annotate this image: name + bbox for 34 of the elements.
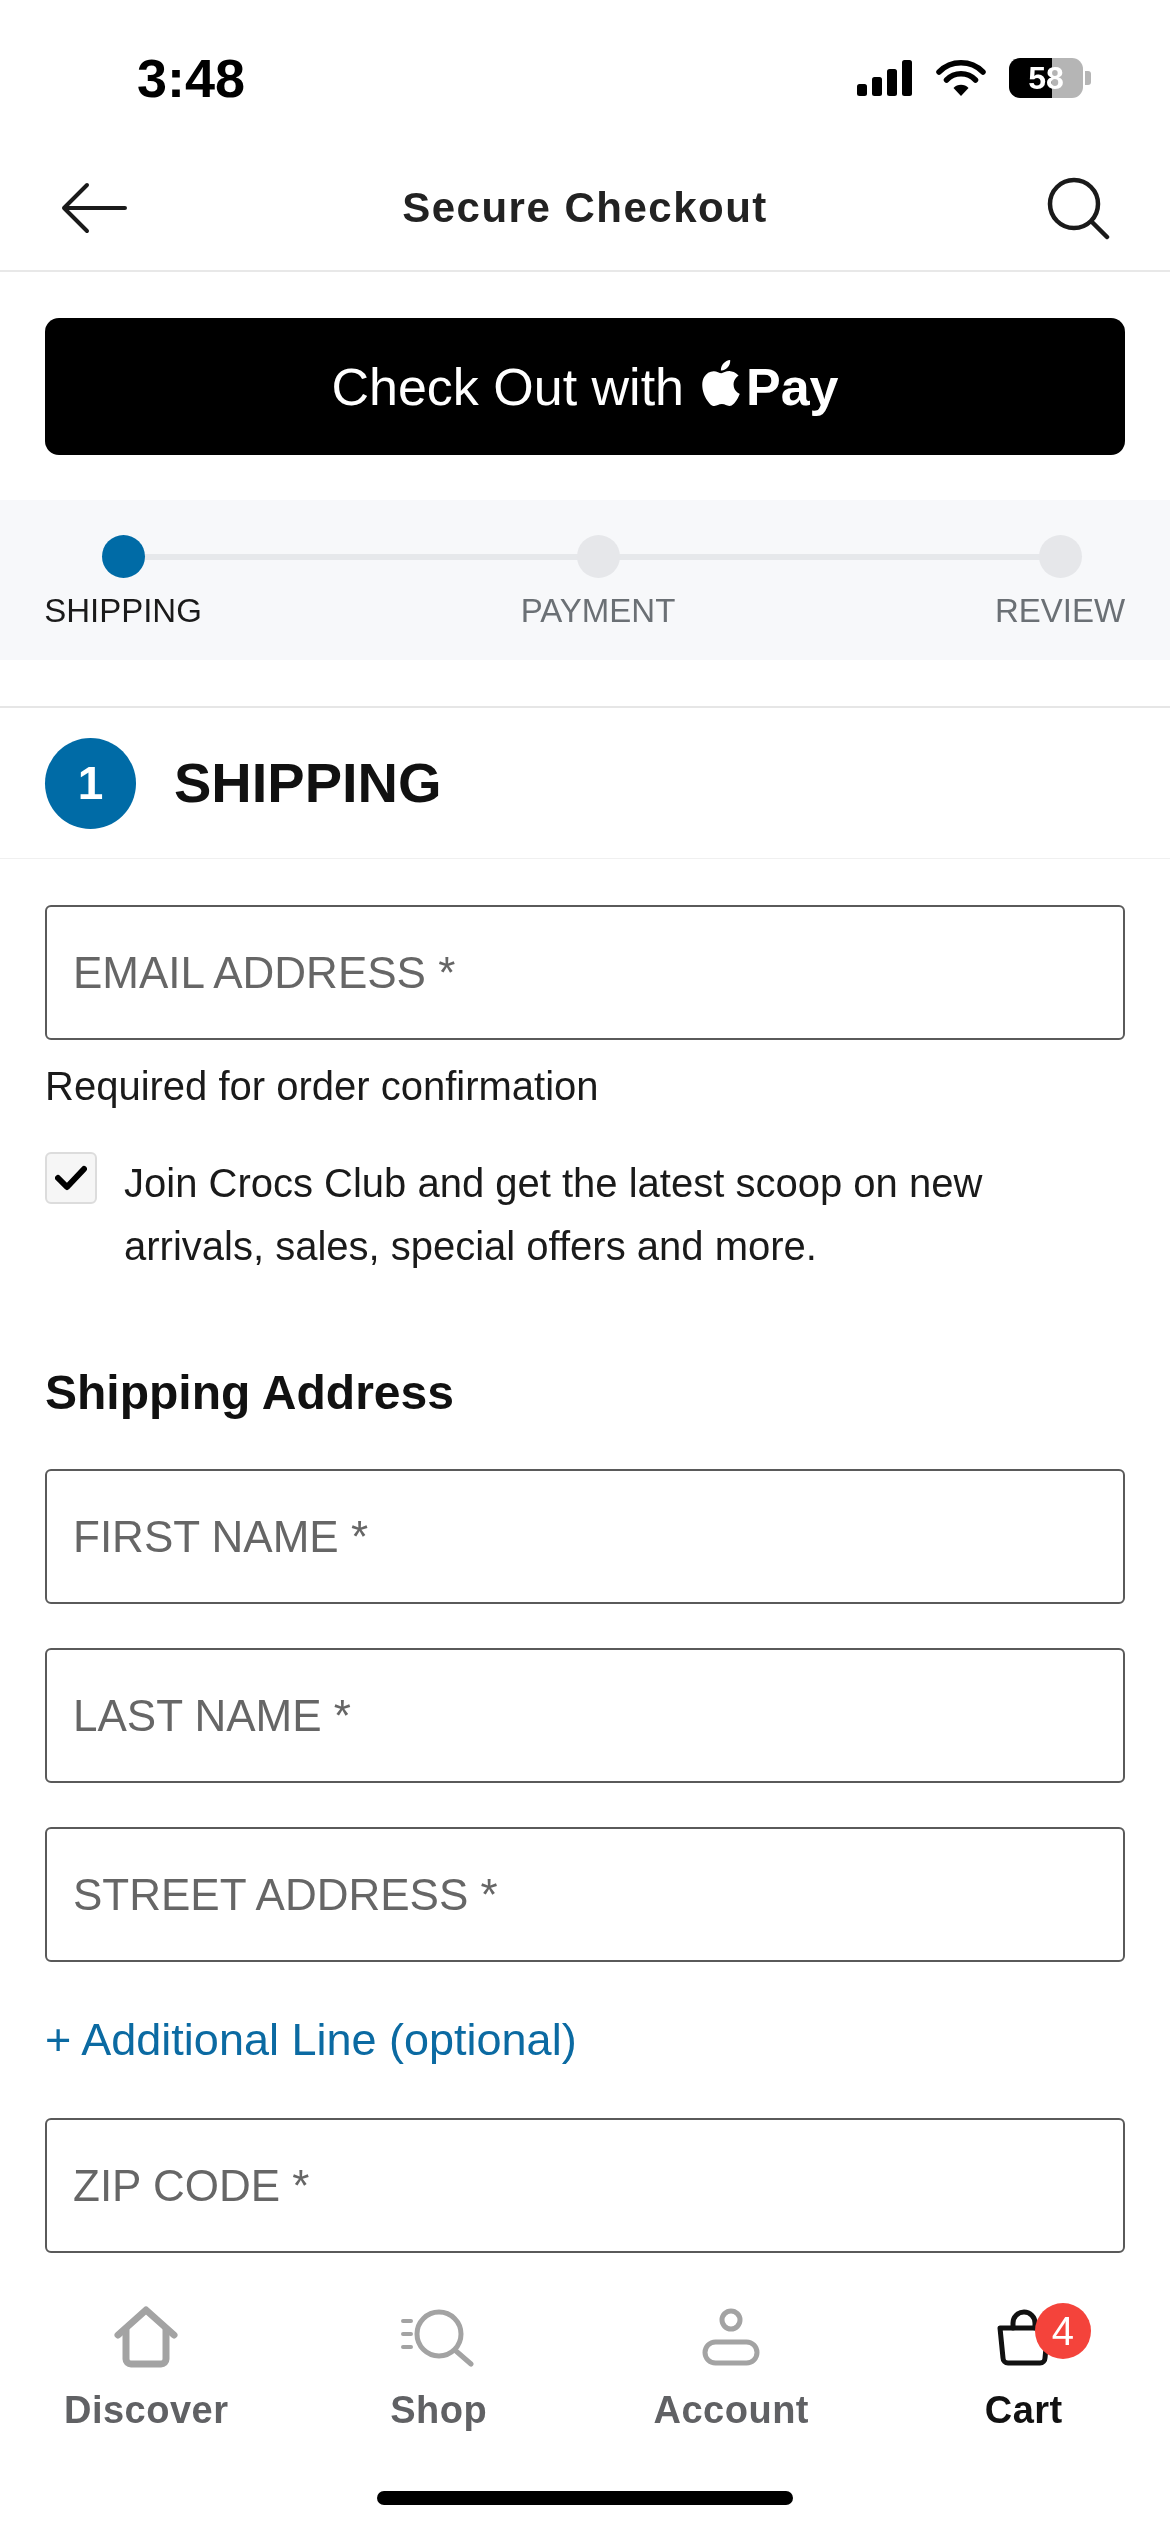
tab-bar-item[interactable]: Shop <box>292 2305 585 2432</box>
section-title: SHIPPING <box>174 755 442 811</box>
text-input-field[interactable]: STREET ADDRESS * <box>45 1827 1125 1962</box>
text-input-field[interactable]: LAST NAME * <box>45 1648 1125 1783</box>
email-field[interactable]: EMAIL ADDRESS * <box>45 905 1125 1040</box>
add-line-link[interactable]: + Additional Line (optional) <box>45 2014 577 2065</box>
tab-bar-item[interactable]: 4 Cart <box>877 2305 1170 2432</box>
newsletter-checkbox[interactable] <box>45 1152 97 1204</box>
newsletter-label: Join Crocs Club and get the latest scoop on new arrivals, sales, special offers and more. <box>124 1160 984 1270</box>
shipping-address-heading: Shipping Address <box>45 1365 455 1421</box>
step-number: 1 <box>45 737 136 829</box>
search-icon <box>400 2307 477 2367</box>
checkmark-icon <box>55 1165 87 1191</box>
email-hint: Required for order confirmation <box>45 1064 600 1108</box>
arrow-left-icon <box>60 180 128 235</box>
search-button[interactable] <box>1046 175 1110 240</box>
person-icon <box>702 2308 761 2366</box>
text-input-field[interactable]: FIRST NAME * <box>45 1469 1125 1604</box>
status-time: 3:48 <box>137 50 246 105</box>
signal-icon <box>857 59 913 96</box>
cart-count-badge: 4 <box>1034 2303 1091 2359</box>
tab-bar-item[interactable]: Discover <box>0 2305 293 2432</box>
wifi-icon <box>936 58 986 97</box>
page-title: Secure Checkout <box>402 183 768 233</box>
step-label: PAYMENT <box>520 592 676 630</box>
apple-pay-button[interactable]: Check Out with Pay <box>45 318 1125 455</box>
text-input-field[interactable]: ZIP CODE * <box>45 2118 1125 2253</box>
home-icon <box>114 2306 179 2368</box>
back-button[interactable] <box>60 180 128 235</box>
apple-logo-icon <box>702 359 740 406</box>
tab-bar-item[interactable]: Account <box>585 2305 878 2432</box>
search-icon <box>1046 175 1110 240</box>
step-label: SHIPPING <box>44 592 202 630</box>
step-label: REVIEW <box>994 592 1126 630</box>
